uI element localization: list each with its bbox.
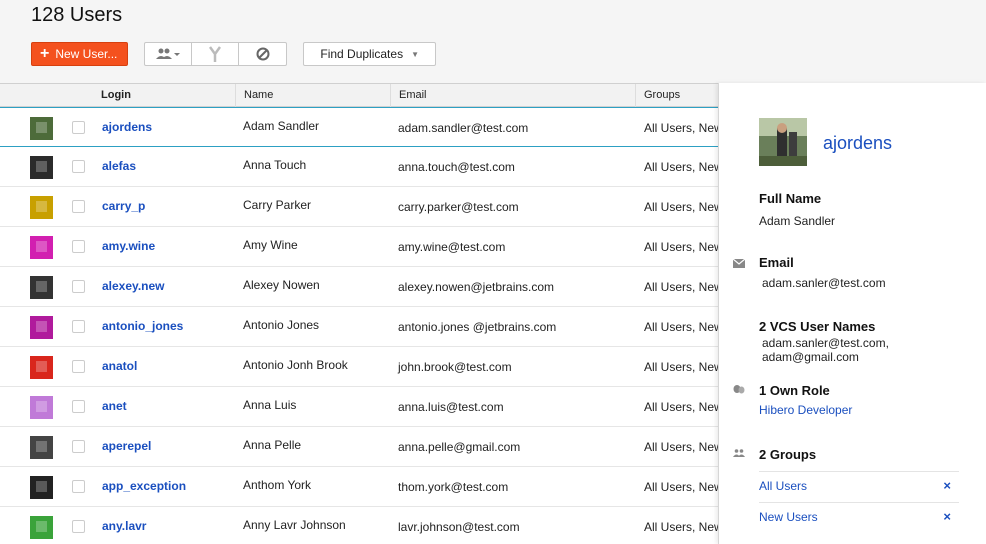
user-name: Alexey Nowen [243,278,320,292]
find-duplicates-button[interactable]: Find Duplicates ▼ [303,42,436,66]
user-actions-group [144,42,288,66]
user-email: anna.pelle@gmail.com [398,440,521,454]
user-name: Amy Wine [243,238,298,252]
user-login-link[interactable]: aperepel [102,439,151,453]
user-name: Anna Touch [243,158,307,172]
user-avatar [30,516,53,539]
user-email: antonio.jones @jetbrains.com [398,320,557,334]
column-header-name[interactable]: Name [235,84,390,107]
user-login-link[interactable]: carry_p [102,199,145,213]
user-login-link[interactable]: alexey.new [102,279,164,293]
remove-group-icon[interactable]: × [943,478,951,493]
user-email: anna.touch@test.com [398,160,515,174]
user-email: john.brook@test.com [398,360,512,374]
user-avatar [30,117,53,140]
user-login-link[interactable]: app_exception [102,479,186,493]
user-details-panel: ajordens Full Name Adam Sandler Email ad… [718,83,986,544]
column-header-email[interactable]: Email [390,84,635,107]
ban-button[interactable] [239,43,286,65]
row-checkbox[interactable] [72,400,85,413]
user-avatar [759,118,807,166]
user-name: Anthom York [243,478,312,492]
masks-icon [733,385,745,394]
user-name: Antonio Jones [243,318,320,332]
toolbar: + New User... Find Duplicates ▼ [31,42,436,66]
row-checkbox[interactable] [72,320,85,333]
user-email: alexey.nowen@jetbrains.com [398,280,555,294]
user-login-link[interactable]: anet [102,399,127,413]
page-title: 128 Users [31,4,123,26]
row-checkbox[interactable] [72,160,85,173]
remove-group-icon[interactable]: × [943,509,951,524]
user-email: thom.york@test.com [398,480,509,494]
user-avatar [30,396,53,419]
user-login-link[interactable]: any.lavr [102,519,146,533]
groups-label: 2 Groups [759,447,817,462]
row-checkbox[interactable] [72,240,85,253]
ban-icon [256,47,270,61]
user-name: Adam Sandler [243,119,320,133]
user-avatar [30,476,53,499]
group-link[interactable]: All Users [759,479,807,493]
user-avatar [30,236,53,259]
row-checkbox[interactable] [72,280,85,293]
user-email: amy.wine@test.com [398,240,506,254]
user-avatar [30,316,53,339]
user-avatar [30,156,53,179]
plus-icon: + [40,45,50,62]
full-name-label: Full Name [759,191,822,206]
row-checkbox[interactable] [72,360,85,373]
full-name-value: Adam Sandler [759,214,836,228]
roles-label: 1 Own Role [759,383,830,398]
mail-icon [733,259,745,268]
user-name: Anny Lavr Johnson [243,518,346,532]
user-email: lavr.johnson@test.com [398,520,520,534]
user-avatar [30,196,53,219]
user-email: adam.sandler@test.com [398,121,529,135]
row-checkbox[interactable] [72,520,85,533]
user-login-link[interactable]: antonio_jones [102,319,183,333]
column-header-login[interactable]: Login [93,84,235,107]
user-name: Antonio Jonh Brook [243,358,348,372]
user-email: carry.parker@test.com [398,200,519,214]
user-login-link[interactable]: alefas [102,159,136,173]
user-login-heading[interactable]: ajordens [823,133,892,154]
user-avatar [30,436,53,459]
find-duplicates-label: Find Duplicates [320,47,404,61]
groups-icon [733,449,745,457]
group-dropdown-button[interactable] [145,43,193,65]
new-user-label: New User... [55,47,118,61]
chevron-down-icon: ▼ [411,49,419,59]
new-user-button[interactable]: + New User... [31,42,129,66]
user-login-link[interactable]: amy.wine [102,239,155,253]
vcs-name-2: adam@gmail.com [762,350,859,364]
row-checkbox[interactable] [72,440,85,453]
user-email: anna.luis@test.com [398,400,504,414]
vcs-names-label: 2 VCS User Names [759,319,876,334]
merge-button[interactable] [192,43,240,65]
user-login-link[interactable]: anatol [102,359,137,373]
user-name: Anna Luis [243,398,297,412]
users-icon [156,48,181,59]
user-avatar [30,356,53,379]
user-name: Carry Parker [243,198,312,212]
user-login-link[interactable]: ajordens [102,120,152,134]
group-item-new-users: New Users × [759,502,959,533]
group-item-all-users: All Users × [759,471,959,502]
email-label: Email [759,255,794,270]
vcs-name-1: adam.sanler@test.com, [762,336,889,350]
group-link[interactable]: New Users [759,510,818,524]
user-name: Anna Pelle [243,438,302,452]
role-link[interactable]: Hibero Developer [759,403,852,417]
email-value: adam.sanler@test.com [762,276,886,290]
merge-icon [209,46,222,62]
user-avatar [30,276,53,299]
row-checkbox[interactable] [72,121,85,134]
row-checkbox[interactable] [72,200,85,213]
row-checkbox[interactable] [72,480,85,493]
